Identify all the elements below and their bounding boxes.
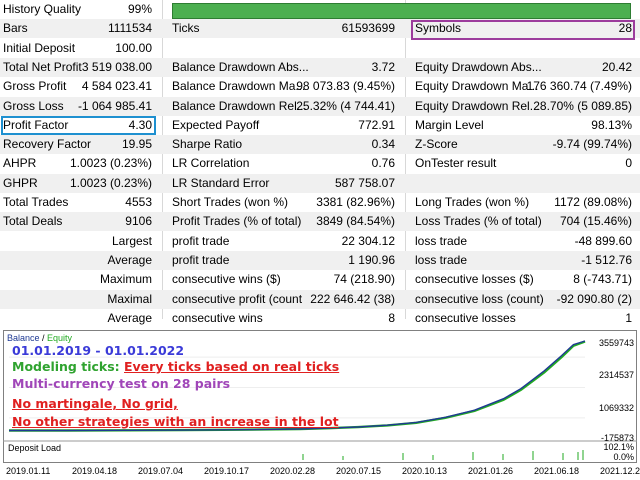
y-label-2: 2314537	[598, 370, 634, 380]
stats-row: Gross Loss -1 064 985.41 Balance Drawdown …	[0, 97, 640, 116]
legend-balance: Balance	[7, 333, 40, 343]
stat-value: 8	[388, 311, 395, 325]
stats-row: Initial Deposit 100.00	[0, 39, 640, 58]
x-tick-label: 2021.01.26	[468, 466, 514, 476]
stat-value: 1172 (89.08%)	[554, 195, 632, 209]
overlay-modeling: Modeling ticks: Every ticks based on rea…	[12, 359, 339, 375]
stat-value: 0.76	[371, 156, 395, 170]
legend-separator: /	[39, 333, 48, 343]
stat-value: 22 304.12	[341, 234, 395, 248]
stats-row: GHPR 1.0023 (0.23%) LR Standard Error 587 7…	[0, 174, 640, 193]
stat-label: Maximum	[99, 272, 152, 286]
stat-value: 98 073.83 (9.45%)	[296, 79, 395, 93]
stats-row: Average consecutive wins 8 consecutive loss…	[0, 309, 640, 328]
stat-value: -48 899.60	[574, 234, 632, 248]
overlay-multicurrency: Multi-currency test on 28 pairs	[12, 376, 231, 391]
stats-row: Total Net Profit 3 519 038.00 Balance Draw…	[0, 58, 640, 77]
x-tick-label: 2019.04.18	[72, 466, 118, 476]
stats-row: Average profit trade 1 190.96 loss trade -1 …	[0, 251, 640, 270]
stat-value: 1.0023 (0.23%)	[69, 156, 152, 170]
x-tick-label: 2021.12.23	[600, 466, 640, 476]
x-tick-label: 2020.07.15	[336, 466, 382, 476]
x-tick-label: 2019.01.11	[6, 466, 51, 476]
stats-row: AHPR 1.0023 (0.23%) LR Correlation 0.76 OnTe…	[0, 154, 640, 173]
x-tick-label: 2021.06.18	[534, 466, 580, 476]
stat-label: Average	[107, 253, 152, 267]
stat-value: 8 (-743.71)	[573, 272, 632, 286]
stat-value: 3381 (82.96%)	[316, 195, 395, 209]
stat-value: 9106	[125, 214, 152, 228]
x-tick-label: 2020.10.13	[402, 466, 448, 476]
stats-row: Total Trades 4553 Short Trades (won %) 3381…	[0, 193, 640, 212]
x-tick-label: 2019.10.17	[204, 466, 250, 476]
stat-label: Maximal	[107, 292, 152, 306]
stat-value: 100.00	[115, 41, 152, 55]
stat-value: 28.70% (5 089.85)	[533, 99, 632, 113]
stats-row: Gross Profit 4 584 023.41 Balance Drawdown…	[0, 77, 640, 96]
history-quality-bar	[172, 3, 631, 19]
x-tick-label: 2019.07.04	[138, 466, 184, 476]
stat-value: 222 646.42 (38)	[310, 292, 395, 306]
stat-value: 20.42	[601, 60, 632, 74]
stat-value: 587 758.07	[334, 176, 395, 190]
y-label-3: 1069332	[598, 403, 634, 413]
deposit-load-title: Deposit Load	[8, 443, 62, 453]
stat-value: 1.0023 (0.23%)	[69, 176, 152, 190]
stat-value: 1	[625, 311, 632, 325]
stat-value: 3.72	[371, 60, 395, 74]
stats-row: Largest profit trade 22 304.12 loss trade -4…	[0, 232, 640, 251]
overlay-period: 01.01.2019 - 01.01.2022	[12, 343, 185, 358]
stat-value: 3 519 038.00	[81, 60, 152, 74]
stats-row: Maximal consecutive profit (count 222 646.…	[0, 290, 640, 309]
overlay-modeling-label: Modeling ticks:	[12, 359, 124, 374]
deposit-y-min: 0.0%	[613, 452, 634, 462]
stat-value: -1 512.76	[581, 253, 632, 267]
y-label-max: 3559743	[598, 338, 634, 348]
stat-value: 98.13%	[591, 118, 632, 132]
stats-row: Total Deals 9106 Profit Trades (% of total…	[0, 212, 640, 231]
overlay-modeling-value: Every ticks based on real ticks	[124, 359, 340, 374]
stat-value: 0.34	[371, 137, 395, 151]
stat-value: 176 360.74 (7.49%)	[526, 79, 632, 93]
stat-value: 25.32% (4 744.41)	[296, 99, 395, 113]
stats-row: History Quality 99%	[0, 0, 640, 19]
stat-value: 1 190.96	[348, 253, 395, 267]
stat-value: 4553	[125, 195, 152, 209]
stat-value: 4 584 023.41	[81, 79, 152, 93]
stat-value: 3849 (84.54%)	[316, 214, 395, 228]
symbols-highlight	[411, 20, 635, 40]
stat-value: 74 (218.90)	[333, 272, 395, 286]
stat-value: 61593699	[341, 21, 395, 35]
stats-row: Maximum consecutive wins ($) 74 (218.90) co…	[0, 270, 640, 289]
stat-value: 1111534	[107, 21, 152, 35]
stat-value: 99%	[127, 2, 152, 16]
stat-value: -92 090.80 (2)	[556, 292, 632, 306]
stat-value: 0	[625, 156, 632, 170]
stat-label: Average	[107, 311, 152, 325]
x-tick-label: 2020.02.28	[270, 466, 316, 476]
overlay-no-martingale: No martingale, No grid,	[12, 396, 178, 411]
stat-value: 772.91	[358, 118, 395, 132]
stat-value: -9.74 (99.74%)	[552, 137, 632, 151]
stat-value: 704 (15.46%)	[559, 214, 632, 228]
profit-factor-highlight	[1, 116, 156, 135]
stat-value: -1 064 985.41	[77, 99, 152, 113]
stats-row: Recovery Factor 19.95 Sharpe Ratio 0.34 Z-Sc…	[0, 135, 640, 154]
stat-label: Largest	[111, 234, 152, 248]
overlay-no-other-strategies: No other strategies with an increase in …	[12, 414, 339, 429]
legend-equity: Equity	[47, 333, 73, 343]
stat-value: 19.95	[121, 137, 152, 151]
